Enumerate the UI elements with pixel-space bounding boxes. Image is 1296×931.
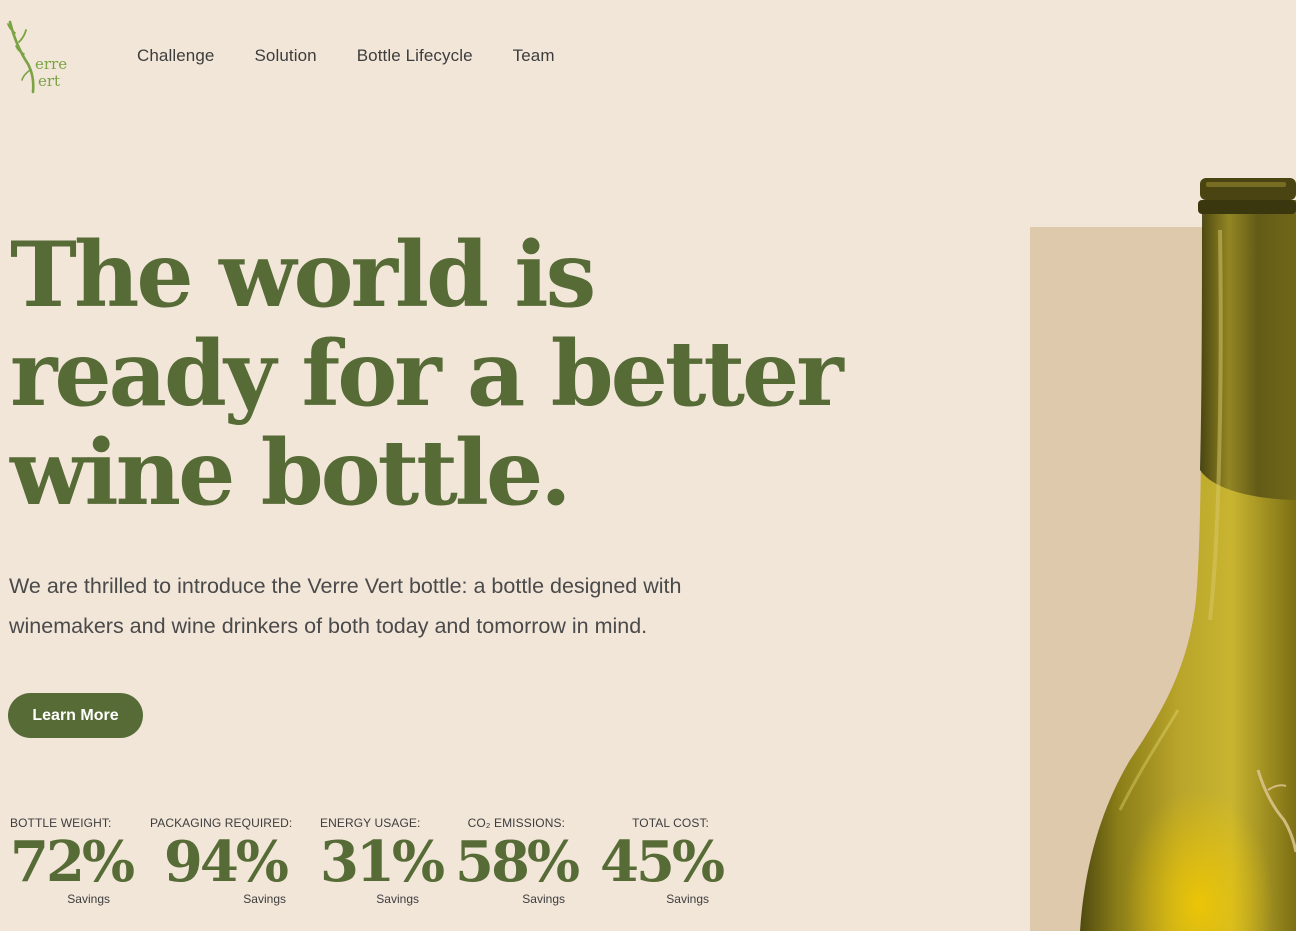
hero-intro: We are thrilled to introduce the Verre V… bbox=[9, 566, 809, 646]
stat-value: 58% bbox=[455, 829, 580, 895]
stat-value: 72% bbox=[10, 829, 135, 895]
main-nav: Challenge Solution Bottle Lifecycle Team bbox=[137, 46, 555, 66]
stat-bottle-weight: BOTTLE WEIGHT: 72% Savings bbox=[10, 816, 135, 906]
hero-headline-line2: ready for a better bbox=[10, 321, 844, 427]
stat-value: 31% bbox=[320, 829, 445, 895]
hero-intro-line1: We are thrilled to introduce the Verre V… bbox=[9, 574, 682, 598]
stat-value: 94% bbox=[163, 829, 289, 895]
hero-headline: The world is ready for a better wine bot… bbox=[10, 226, 910, 523]
stat-co2-emissions: CO₂ EMISSIONS: 58% Savings bbox=[455, 816, 580, 906]
brand-wordmark-line1: erre bbox=[35, 55, 68, 73]
hero-headline-line1: The world is bbox=[10, 222, 596, 328]
nav-team-link[interactable]: Team bbox=[513, 46, 555, 66]
hero-intro-line2: winemakers and wine drinkers of both tod… bbox=[9, 614, 648, 638]
nav-bottle-lifecycle-link[interactable]: Bottle Lifecycle bbox=[357, 46, 473, 66]
wine-bottle-image bbox=[1080, 178, 1296, 931]
brand-logo[interactable]: erre ert bbox=[6, 18, 76, 96]
brand-wordmark-line2: ert bbox=[38, 72, 61, 90]
hero-headline-line3: wine bottle. bbox=[10, 420, 572, 526]
stat-total-cost: TOTAL COST: 45% Savings bbox=[600, 816, 725, 906]
stat-packaging-required: PACKAGING REQUIRED: 94% Savings bbox=[150, 816, 292, 906]
nav-solution-link[interactable]: Solution bbox=[254, 46, 316, 66]
nav-challenge-link[interactable]: Challenge bbox=[137, 46, 214, 66]
stat-value: 45% bbox=[600, 829, 725, 895]
learn-more-button[interactable]: Learn More bbox=[8, 693, 143, 738]
stat-energy-usage: ENERGY USAGE: 31% Savings bbox=[320, 816, 445, 906]
